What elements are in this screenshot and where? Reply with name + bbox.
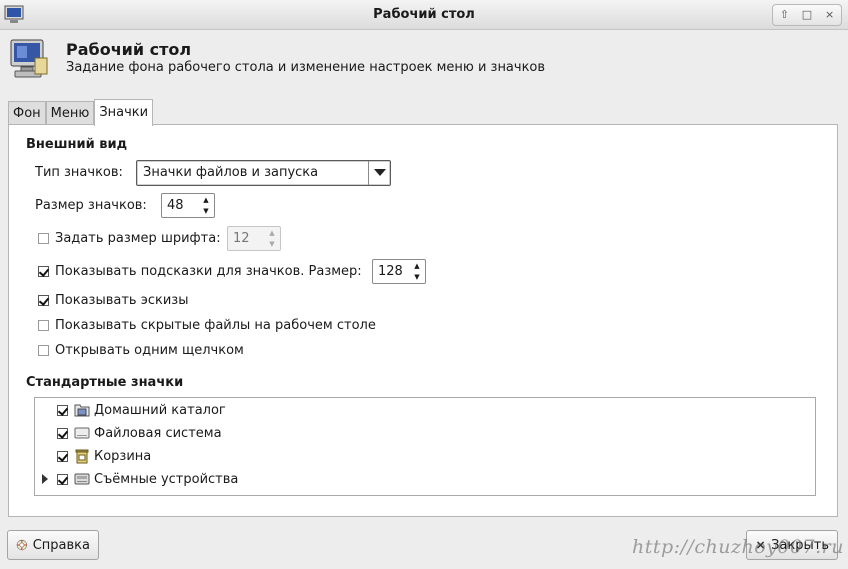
font-size-value: 12 <box>233 231 250 246</box>
tree-label-filesystem: Файловая система <box>94 425 222 441</box>
watermark-text: http://chuzhoy007.ru <box>631 536 844 558</box>
tab-bar: Фон Меню Значки <box>8 98 154 126</box>
hidden-files-checkbox-row[interactable]: Показывать скрытые файлы на рабочем стол… <box>38 318 376 333</box>
header-subtitle: Задание фона рабочего стола и изменение … <box>66 60 546 75</box>
single-click-label: Открывать одним щелчком <box>55 343 244 358</box>
icon-type-value: Значки файлов и запуска <box>143 165 319 180</box>
tooltip-size-value: 128 <box>378 264 403 279</box>
close-window-button[interactable]: × <box>821 5 839 25</box>
icon-size-label: Размер значков: <box>35 198 147 213</box>
thumbnails-label: Показывать эскизы <box>55 293 189 308</box>
tree-label-home: Домашний каталог <box>94 402 226 418</box>
maximize-button[interactable]: □ <box>798 5 816 25</box>
drive-icon <box>74 427 90 439</box>
tab-icons[interactable]: Значки <box>94 99 154 126</box>
default-icons-section-title: Стандартные значки <box>26 375 184 390</box>
tree-row-trash[interactable]: Корзина <box>35 445 151 467</box>
appearance-section-title: Внешний вид <box>26 137 128 152</box>
window-title: Рабочий стол <box>373 7 475 22</box>
tab-background[interactable]: Фон <box>8 101 46 125</box>
tree-expander <box>39 427 53 439</box>
icon-size-value: 48 <box>167 198 184 213</box>
window-controls: ⇧ □ × <box>772 4 842 26</box>
help-button-label: Справка <box>32 537 90 553</box>
help-button[interactable]: Справка <box>7 530 99 560</box>
tree-expander-arrow-icon[interactable] <box>39 473 53 485</box>
spin-arrows-icon[interactable]: ▲ ▼ <box>201 196 211 216</box>
tooltips-checkbox-row[interactable]: Показывать подсказки для значков. Размер… <box>38 264 362 279</box>
tree-checkbox-trash[interactable] <box>57 450 68 462</box>
tree-expander <box>39 450 53 462</box>
tooltip-size-spinbox[interactable]: 128 ▲ ▼ <box>372 259 426 284</box>
tree-checkbox-home[interactable] <box>57 404 68 416</box>
icon-size-spinbox[interactable]: 48 ▲ ▼ <box>161 193 215 218</box>
tree-checkbox-removable[interactable] <box>57 473 68 485</box>
tree-expander <box>39 404 53 416</box>
tree-row-removable[interactable]: Съёмные устройства <box>35 468 238 490</box>
trash-icon <box>75 449 89 464</box>
thumbnails-checkbox-row[interactable]: Показывать эскизы <box>38 293 188 308</box>
tree-checkbox-filesystem[interactable] <box>57 427 68 439</box>
help-lifebuoy-icon <box>16 539 28 551</box>
removable-drive-icon <box>74 473 90 485</box>
single-click-checkbox-row[interactable]: Открывать одним щелчком <box>38 343 244 358</box>
tree-row-filesystem[interactable]: Файловая система <box>35 422 222 444</box>
spin-arrows-icon: ▲ ▼ <box>269 229 275 248</box>
tooltips-checkbox[interactable] <box>38 266 49 277</box>
tree-label-trash: Корзина <box>94 448 152 464</box>
default-icons-tree[interactable]: Домашний каталог Файловая система Корзин… <box>34 397 816 496</box>
desktop-monitor-icon <box>10 39 48 78</box>
home-folder-icon <box>74 404 90 417</box>
hidden-files-checkbox[interactable] <box>38 320 49 331</box>
tree-label-removable: Съёмные устройства <box>94 471 239 487</box>
window-titlebar[interactable]: Рабочий стол ⇧ □ × <box>0 0 848 30</box>
spin-arrows-icon[interactable]: ▲ ▼ <box>412 262 422 282</box>
shade-button[interactable]: ⇧ <box>775 5 793 25</box>
font-size-checkbox-row[interactable]: Задать размер шрифта: <box>38 231 221 246</box>
icon-type-label: Тип значков: <box>35 165 123 180</box>
icon-type-combobox[interactable]: Значки файлов и запуска <box>136 160 391 186</box>
hidden-files-label: Показывать скрытые файлы на рабочем стол… <box>55 318 376 333</box>
font-size-checkbox[interactable] <box>38 233 49 244</box>
font-size-label: Задать размер шрифта: <box>55 231 221 246</box>
tree-row-home[interactable]: Домашний каталог <box>35 399 226 421</box>
dropdown-arrow-icon[interactable] <box>368 161 390 185</box>
font-size-spinbox: 12 ▲ ▼ <box>227 226 281 251</box>
tab-menu[interactable]: Меню <box>45 101 95 125</box>
tooltips-label: Показывать подсказки для значков. Размер… <box>55 264 362 279</box>
thumbnails-checkbox[interactable] <box>38 295 49 306</box>
single-click-checkbox[interactable] <box>38 345 49 356</box>
header-title: Рабочий стол <box>66 40 192 59</box>
